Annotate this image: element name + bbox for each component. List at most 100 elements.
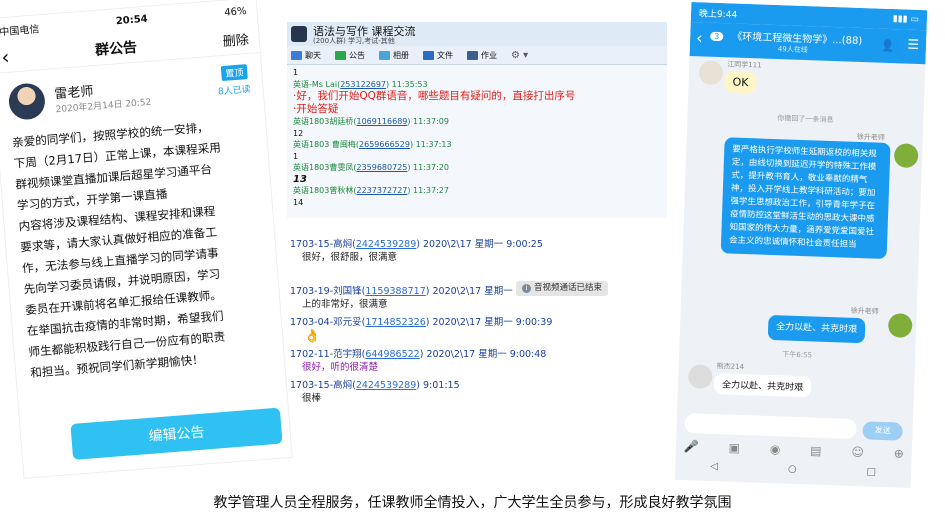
back-icon[interactable]: ‹ <box>696 28 703 47</box>
notice-text: 音视频通话已结束 <box>534 283 603 293</box>
graduation-cap-icon <box>291 26 307 42</box>
red-packet-icon[interactable]: ▤ <box>810 443 822 457</box>
sender-id-link[interactable]: 644986522 <box>365 349 419 360</box>
send-button[interactable]: 发送 <box>862 421 903 441</box>
tab-label: 文件 <box>437 50 453 60</box>
tab-homework[interactable]: 作业 <box>467 50 497 61</box>
back-icon[interactable]: ‹ <box>0 45 10 70</box>
announcement-phone-screenshot: 中国电信 20:54 46% ‹ 群公告 删除 雷老师 2020年2月14日 2… <box>0 0 292 478</box>
message-sender: 英语-Ms Lai(253122697) 11:35:53 <box>293 79 428 89</box>
sender-id-link[interactable]: 2424539289 <box>356 239 416 250</box>
info-icon: i <box>522 284 531 293</box>
message-sender: 英语1803曹雯凤(2359680725) 11:37:20 <box>293 163 449 172</box>
group-members-icon[interactable]: 👥 <box>882 37 900 54</box>
qq-group-chat-window: 语法与写作 课程交流 (200人群) 学习,考试-其他 聊天 公告 相册 文件 … <box>287 22 667 218</box>
delete-button[interactable]: 删除 <box>222 28 249 49</box>
clock: 20:54 <box>115 13 149 27</box>
message-text: 很好，很舒服，很满意 <box>302 252 398 263</box>
back-nav-icon[interactable]: ◁ <box>710 461 718 472</box>
unread-badge: 3 <box>710 31 724 42</box>
message-sender: 1703-15-高焖(2424539289) 9:01:15 <box>290 380 460 391</box>
tab-label: 公告 <box>349 50 365 60</box>
flag-icon <box>335 50 346 60</box>
sender-name: 熊杰214 <box>716 362 745 372</box>
call-ended-notice: i 音视频通话已结束 <box>516 281 609 296</box>
tab-files[interactable]: 文件 <box>423 50 453 61</box>
edit-announcement-button[interactable]: 编辑公告 <box>70 407 283 460</box>
message-text: ·开始答疑 <box>293 103 339 115</box>
message-sender: 英语1803 曹闽梅(2659666529) 11:37:13 <box>293 140 452 149</box>
plus-icon[interactable]: ⊕ <box>893 446 904 460</box>
folder-icon <box>423 50 434 60</box>
sender-id-link[interactable]: 1714852326 <box>365 317 425 328</box>
read-count[interactable]: 8人已读 <box>217 82 251 98</box>
pinned-badge: 置顶 <box>220 64 248 82</box>
sender-id-link[interactable]: 2359680725 <box>356 163 407 172</box>
message-sender: 1702-11-范宇翔(644986522) 2020\2\17 星期一 9:0… <box>290 349 547 360</box>
tab-album[interactable]: 相册 <box>379 50 409 61</box>
chat-icon <box>291 50 302 60</box>
signal-icon: ▮▮▮ ▭ <box>892 14 920 25</box>
chat-toolbar: 聊天 公告 相册 文件 作业 ⚙ ▾ <box>287 46 667 65</box>
tab-label: 聊天 <box>305 50 321 60</box>
message-bubble: 全力以赴、共克时艰 <box>713 373 812 398</box>
figure-caption: 教学管理人员全程服务，任课教师全情投入，广大学生全员参与，形成良好教学氛围 <box>213 495 732 511</box>
page-title: 群公告 <box>94 39 138 59</box>
group-subtitle: (200人群) 学习,考试-其他 <box>313 37 395 45</box>
input-toolbar: 🎤 ▣ ◉ ▤ ☺ ⊕ <box>684 439 904 461</box>
message-sender: 英语1803曾秋林(2237372727) 11:37:27 <box>293 186 449 195</box>
homework-icon <box>467 50 478 60</box>
camera-icon[interactable]: ◉ <box>770 442 781 456</box>
message-text: 1 <box>293 68 299 77</box>
avatar[interactable] <box>687 364 713 389</box>
emoji-icon[interactable]: ☺ <box>851 445 864 459</box>
avatar[interactable] <box>893 143 919 169</box>
message-sender: 1703-15-高焖(2424539289) 2020\2\17 星期一 9:0… <box>290 239 543 250</box>
tab-label: 相册 <box>393 50 409 60</box>
tab-announcement[interactable]: 公告 <box>335 50 365 61</box>
sender-id-link[interactable]: 2424539289 <box>356 380 416 391</box>
microphone-icon[interactable]: 🎤 <box>684 439 699 454</box>
online-count: 49人在线 <box>777 45 808 55</box>
photo-icon <box>379 50 390 60</box>
image-icon[interactable]: ▣ <box>728 441 740 455</box>
ok-hand-emoji: 👌 <box>304 329 321 344</box>
message-text: 1 <box>293 151 299 161</box>
carrier-label: 中国电信 <box>0 23 40 38</box>
message-sender: 英语1803胡廷桥(1069116689) 11:37:09 <box>293 117 449 126</box>
chat-title-bar: 语法与写作 课程交流 (200人群) 学习,考试-其他 <box>287 22 667 46</box>
message-text: 很好，听的很清楚 <box>302 362 379 373</box>
message-text: 12 <box>293 128 304 138</box>
tab-chat[interactable]: 聊天 <box>291 50 321 61</box>
group-settings-icon[interactable]: ☰ <box>907 38 919 53</box>
recall-notice: 你撤回了一条消息 <box>777 114 834 125</box>
tab-label: 作业 <box>481 50 497 60</box>
settings-icon[interactable]: ⚙ ▾ <box>511 50 528 61</box>
battery-label: 46% <box>223 5 247 19</box>
message-list: 1 英语-Ms Lai(253122697) 11:35:53 ·好，我们开始Q… <box>287 65 667 210</box>
sender-id-link[interactable]: 2659666529 <box>359 140 410 149</box>
announcement-body: 亲爱的同学们，按照学校的统一安排， 下周（2月17日）正常上课，本课程采用 群视… <box>0 105 284 385</box>
message-sender: 1703-04-邓元妥(1714852326) 2020\2\17 星期一 9:… <box>290 317 553 328</box>
message-bubble: 全力以赴、共克时艰 <box>767 314 866 344</box>
avatar[interactable] <box>887 313 913 338</box>
home-nav-icon[interactable]: ○ <box>788 464 797 475</box>
class-chat-log: 1703-15-高焖(2424539289) 2020\2\17 星期一 9:0… <box>290 238 660 438</box>
sender-name: 江同学111 <box>727 60 762 70</box>
sender-id-link[interactable]: 1069116689 <box>356 117 407 126</box>
sender-id-link[interactable]: 253122697 <box>340 80 386 89</box>
sender-name: 徐升老师 <box>850 306 879 316</box>
time-label: 下午6:55 <box>782 350 813 360</box>
avatar[interactable] <box>7 82 47 121</box>
recent-apps-icon[interactable]: □ <box>866 466 876 477</box>
message-input[interactable] <box>684 413 857 440</box>
message-text: ·好，我们开始QQ群语音，哪些题目有疑问的，直接打出序号 <box>293 90 576 102</box>
sender-id-link[interactable]: 1159388717 <box>365 286 425 297</box>
avatar[interactable] <box>698 60 724 86</box>
group-chat-phone-screenshot: 晚上9:44 ▮▮▮ ▭ ‹ 3 《环境工程微生物学》...(88) 49人在线… <box>674 2 928 488</box>
message-text: 上的非常好，很满意 <box>302 299 388 310</box>
clock: 晚上9:44 <box>698 8 738 21</box>
sender-id-link[interactable]: 2237372727 <box>356 186 407 195</box>
message-text: 很棒 <box>302 393 322 404</box>
ok-sticker: OK <box>724 71 757 94</box>
